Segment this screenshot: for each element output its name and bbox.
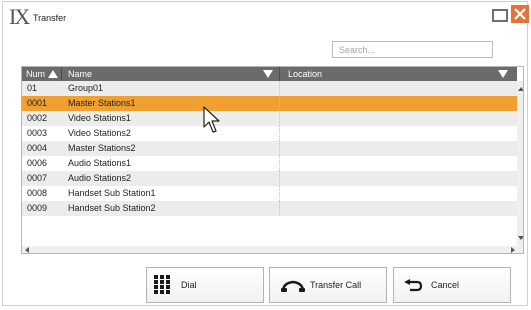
cell-num: 0007 [27,173,48,183]
column-header-num-label: Num [26,69,46,79]
transfer-call-button-label: Transfer Call [310,280,362,290]
horizontal-scrollbar[interactable] [22,246,523,253]
dial-button[interactable]: Dial [146,267,264,303]
cell-num: 0008 [27,188,48,198]
cell-location [280,201,517,216]
cell-num: 0006 [27,158,48,168]
search-input[interactable] [339,45,486,55]
transfer-dialog: IX Transfer Num Name Location [2,1,529,306]
cell-num: 0002 [27,113,48,123]
vertical-scrollbar[interactable] [517,81,523,246]
table-row-selected[interactable]: 0001 Master Stations1 [22,96,517,111]
cancel-button-label: Cancel [431,280,460,290]
cell-name: Video Stations2 [62,126,280,141]
column-header-location-label: Location [288,69,323,79]
cell-num: 0001 [27,98,48,108]
cell-location [280,96,517,111]
sort-dropdown-icon [263,70,273,78]
column-header-name-label: Name [68,69,93,79]
scroll-up-arrow-icon[interactable] [518,87,523,91]
cell-num: 01 [27,83,38,93]
transfer-call-button[interactable]: Transfer Call [269,267,387,303]
cell-name: Audio Stations2 [62,171,280,186]
close-icon [514,8,526,20]
cell-location [280,81,517,96]
title-bar: IX Transfer [3,2,529,32]
cell-name: Master Stations2 [62,141,280,156]
return-arrow-icon [404,279,423,292]
table-row[interactable]: 0009 Handset Sub Station2 [22,201,517,216]
cell-name: Handset Sub Station1 [62,186,280,201]
cell-name: Video Stations1 [62,111,280,126]
window-title: Transfer [33,13,67,23]
maximize-button[interactable] [492,9,508,22]
cell-location [280,141,517,156]
table-header: Num Name Location [22,67,517,81]
cell-num: 0009 [27,203,48,213]
cell-location [280,156,517,171]
table-row[interactable]: 0007 Audio Stations2 [22,171,517,186]
table-row[interactable]: 0008 Handset Sub Station1 [22,186,517,201]
cell-name: Handset Sub Station2 [62,201,280,216]
cell-location [280,171,517,186]
cell-name: Master Stations1 [62,96,280,111]
cell-location [280,126,517,141]
dial-button-label: Dial [181,280,197,290]
keypad-icon [154,275,170,294]
sort-ascending-icon [48,70,58,78]
cell-name: Audio Stations1 [62,156,280,171]
table-row[interactable]: 0004 Master Stations2 [22,141,517,156]
table-row[interactable]: 0006 Audio Stations1 [22,156,517,171]
table-body: 01 Group01 0001 Master Stations1 0002 Vi… [22,81,517,216]
search-field[interactable] [332,41,493,58]
scroll-left-arrow-icon[interactable] [25,247,29,253]
handset-icon [281,280,305,292]
scroll-down-arrow-icon[interactable] [518,236,523,240]
cell-num: 0004 [27,143,48,153]
column-header-name[interactable]: Name [62,67,280,81]
close-button[interactable] [511,5,529,23]
sort-dropdown-icon [498,70,508,78]
cell-num: 0003 [27,128,48,138]
app-logo-icon: IX [9,4,30,29]
cancel-button[interactable]: Cancel [393,267,511,303]
table-row[interactable]: 01 Group01 [22,81,517,96]
cell-name: Group01 [62,81,280,96]
column-header-location[interactable]: Location [280,67,517,81]
cell-location [280,111,517,126]
cell-location [280,186,517,201]
column-header-num[interactable]: Num [22,67,62,81]
scroll-right-arrow-icon[interactable] [511,247,515,253]
station-table: Num Name Location 01 Group01 0001 Master… [21,66,524,254]
table-row[interactable]: 0003 Video Stations2 [22,126,517,141]
table-row[interactable]: 0002 Video Stations1 [22,111,517,126]
